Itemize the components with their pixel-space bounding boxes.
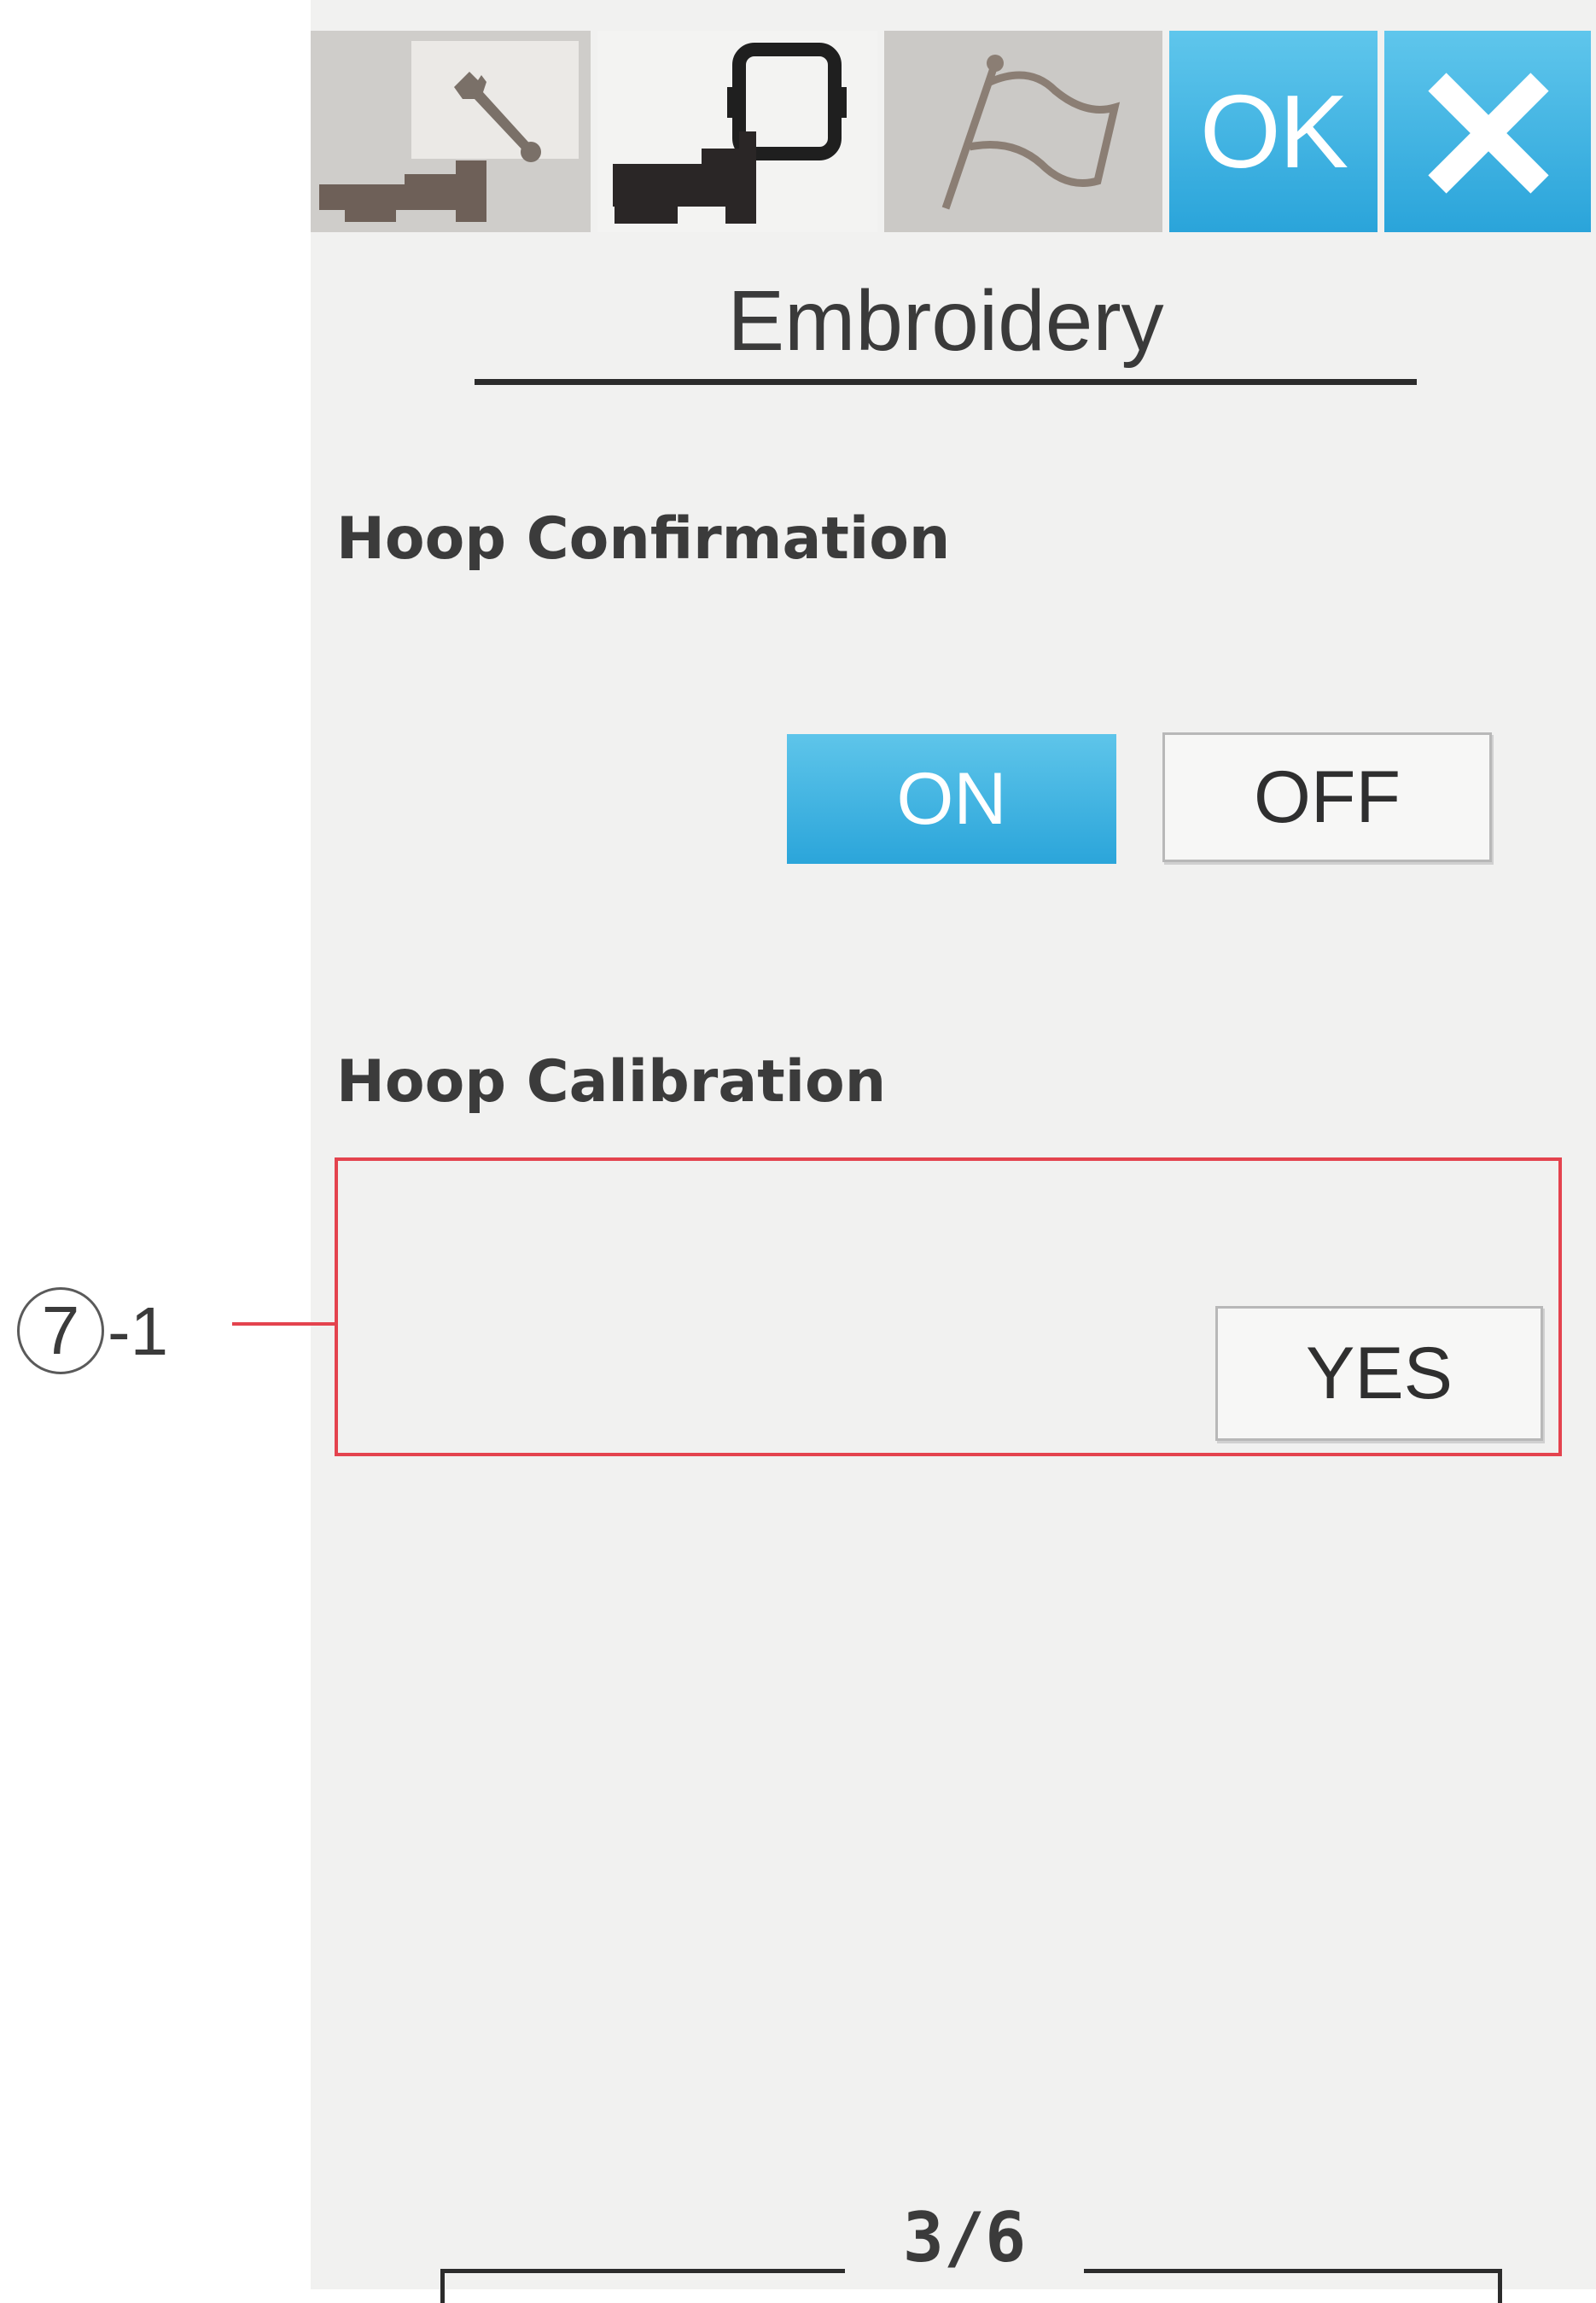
hoop-confirmation-on-button[interactable]: ON bbox=[787, 734, 1116, 864]
close-icon bbox=[1428, 73, 1549, 194]
ok-label: OK bbox=[1199, 73, 1348, 189]
callout-suffix: -1 bbox=[108, 1293, 169, 1369]
page-title: Embroidery bbox=[727, 273, 1164, 369]
close-button[interactable] bbox=[1384, 31, 1591, 232]
hoop-calibration-label: Hoop Calibration bbox=[336, 1048, 887, 1116]
ok-button[interactable]: OK bbox=[1169, 31, 1378, 232]
hoop-confirmation-off-button[interactable]: OFF bbox=[1162, 732, 1492, 862]
flag-icon bbox=[941, 55, 1121, 210]
tab-machine-settings[interactable] bbox=[311, 31, 591, 232]
title-divider bbox=[475, 379, 1417, 385]
callout-leader-line bbox=[232, 1322, 336, 1326]
machine-hoop-icon bbox=[613, 43, 847, 224]
callout-number: 7 bbox=[17, 1287, 104, 1374]
hoop-confirmation-label: Hoop Confirmation bbox=[336, 505, 951, 573]
wrench-machine-icon bbox=[319, 41, 579, 222]
hoop-calibration-yes-button[interactable]: YES bbox=[1215, 1306, 1543, 1441]
tab-embroidery-settings[interactable] bbox=[597, 31, 877, 232]
tab-language[interactable] bbox=[884, 31, 1162, 232]
page-indicator: 3/6 bbox=[845, 2197, 1084, 2279]
